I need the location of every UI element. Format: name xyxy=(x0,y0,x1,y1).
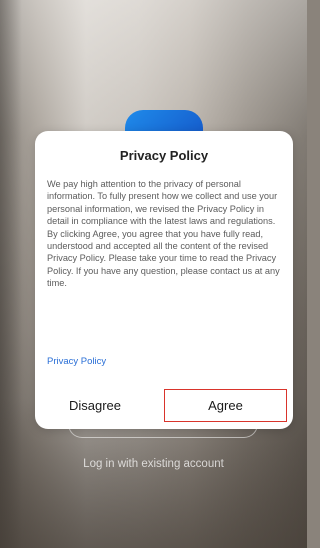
agree-button[interactable]: Agree xyxy=(164,389,287,422)
dialog-title: Privacy Policy xyxy=(119,148,209,163)
dialog-body-text: We pay high attention to the privacy of … xyxy=(47,179,280,289)
privacy-policy-link[interactable]: Privacy Policy xyxy=(47,356,106,367)
login-existing-account-link[interactable]: Log in with existing account xyxy=(0,458,307,470)
disagree-button[interactable]: Disagree xyxy=(49,389,141,422)
privacy-policy-dialog: Privacy Policy We pay high attention to … xyxy=(35,131,293,429)
